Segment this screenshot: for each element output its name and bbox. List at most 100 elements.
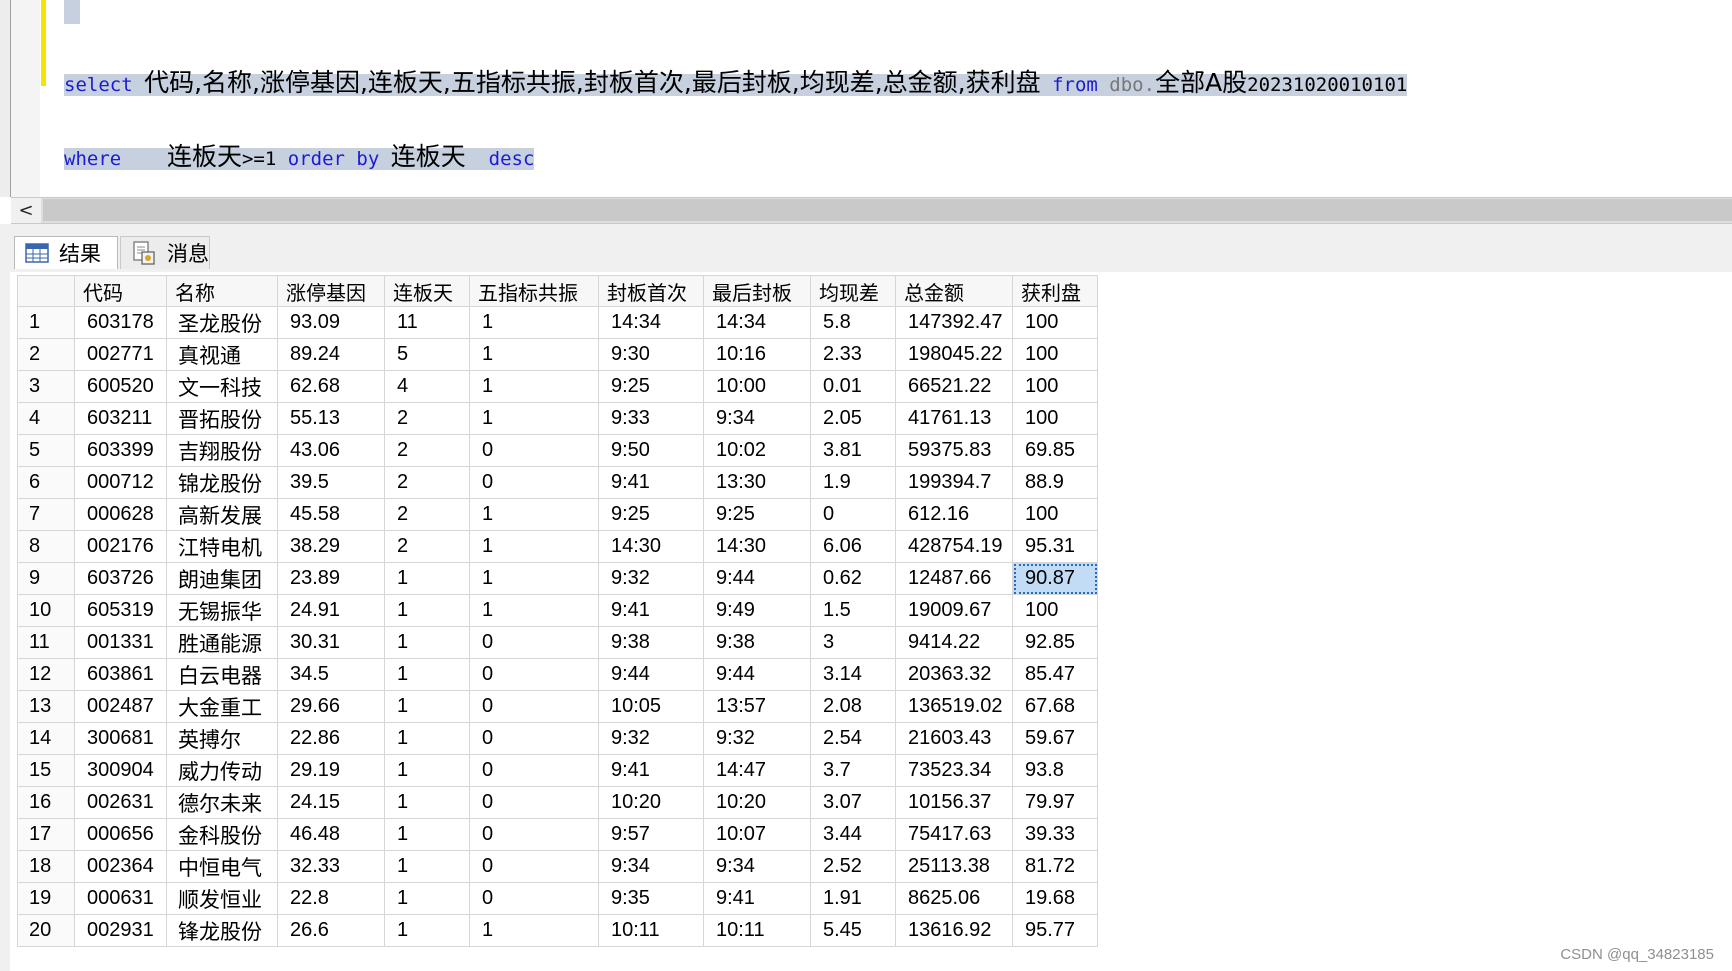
grid-cell[interactable]: 1 (384, 690, 470, 723)
grid-cell[interactable]: 10:16 (703, 338, 811, 371)
grid-cell[interactable]: 3 (810, 626, 896, 659)
grid-cell[interactable]: 0 (810, 498, 896, 531)
table-row[interactable]: 14 300681 英搏尔 22.86 1 0 9:32 9:32 2.54 21603.43 59… (17, 722, 1098, 755)
row-number-cell[interactable]: 12 (17, 658, 75, 691)
grid-cell[interactable]: 晋拓股份 (166, 402, 278, 435)
grid-cell[interactable]: 1 (384, 882, 470, 915)
grid-cell[interactable]: 3.07 (810, 786, 896, 819)
grid-cell[interactable]: 9:34 (703, 402, 811, 435)
grid-cell[interactable]: 0 (469, 434, 599, 467)
grid-cell[interactable]: 1 (384, 754, 470, 787)
grid-cell[interactable]: 66521.22 (895, 370, 1013, 403)
table-row[interactable]: 16 002631 德尔未来 24.15 1 0 10:20 10:20 3.07 10156.3… (17, 786, 1098, 819)
table-row[interactable]: 12 603861 白云电器 34.5 1 0 9:44 9:44 3.14 20363.32 85… (17, 658, 1098, 691)
row-number-cell[interactable]: 3 (17, 370, 75, 403)
grid-cell[interactable]: 白云电器 (166, 658, 278, 691)
grid-cell[interactable]: 000631 (74, 882, 167, 915)
row-number-cell[interactable]: 5 (17, 434, 75, 467)
table-row[interactable]: 19 000631 顺发恒业 22.8 1 0 9:35 9:41 1.91 8625.06 19.… (17, 882, 1098, 915)
table-row[interactable]: 17 000656 金科股份 46.48 1 0 9:57 10:07 3.44 75417.63… (17, 818, 1098, 851)
grid-cell[interactable]: 锋龙股份 (166, 914, 278, 947)
row-number-cell[interactable]: 14 (17, 722, 75, 755)
grid-cell[interactable]: 英搏尔 (166, 722, 278, 755)
grid-cell[interactable]: 9:30 (598, 338, 704, 371)
row-number-cell[interactable]: 1 (17, 306, 75, 339)
grid-cell[interactable]: 19009.67 (895, 594, 1013, 627)
table-row[interactable]: 2 002771 真视通 89.24 5 1 9:30 10:16 2.33 198045.22 1… (17, 338, 1098, 371)
grid-cell[interactable]: 9:44 (703, 562, 811, 595)
grid-cell[interactable]: 59375.83 (895, 434, 1013, 467)
grid-cell[interactable]: 9:44 (703, 658, 811, 691)
grid-cell[interactable]: 1.5 (810, 594, 896, 627)
grid-cell[interactable]: 100 (1012, 594, 1098, 627)
grid-cell[interactable]: 100 (1012, 338, 1098, 371)
grid-cell[interactable]: 9:32 (703, 722, 811, 755)
grid-cell[interactable]: 93.09 (277, 306, 385, 339)
grid-cell[interactable]: 0 (469, 818, 599, 851)
grid-cell[interactable]: 10:11 (598, 914, 704, 947)
grid-cell[interactable]: 13616.92 (895, 914, 1013, 947)
grid-cell[interactable]: 大金重工 (166, 690, 278, 723)
grid-cell[interactable]: 199394.7 (895, 466, 1013, 499)
grid-cell[interactable]: 中恒电气 (166, 850, 278, 883)
grid-cell[interactable]: 10:02 (703, 434, 811, 467)
grid-cell[interactable]: 000656 (74, 818, 167, 851)
grid-cell[interactable]: 9:41 (598, 594, 704, 627)
grid-cell[interactable]: 9:34 (598, 850, 704, 883)
selected-cell[interactable]: 90.87 (1012, 562, 1098, 595)
grid-cell[interactable]: 1.9 (810, 466, 896, 499)
grid-cell[interactable]: 21603.43 (895, 722, 1013, 755)
grid-cell[interactable]: 9414.22 (895, 626, 1013, 659)
grid-cell[interactable]: 文一科技 (166, 370, 278, 403)
column-header[interactable]: 连板天 (384, 275, 470, 307)
grid-cell[interactable]: 62.68 (277, 370, 385, 403)
sql-code[interactable]: select 代码,名称,涨停基因,连板天,五指标共振,封板首次,最后封板,均现… (64, 24, 1408, 216)
grid-cell[interactable]: 14:34 (703, 306, 811, 339)
grid-cell[interactable]: 9:35 (598, 882, 704, 915)
grid-cell[interactable]: 75417.63 (895, 818, 1013, 851)
grid-cell[interactable]: 3.44 (810, 818, 896, 851)
column-header[interactable]: 均现差 (810, 275, 896, 307)
column-header[interactable]: 名称 (166, 275, 278, 307)
grid-cell[interactable]: 67.68 (1012, 690, 1098, 723)
row-number-header[interactable] (17, 275, 75, 307)
grid-cell[interactable]: 2 (384, 402, 470, 435)
grid-cell[interactable]: 0 (469, 466, 599, 499)
grid-cell[interactable]: 11 (384, 306, 470, 339)
grid-cell[interactable]: 8625.06 (895, 882, 1013, 915)
grid-cell[interactable]: 0 (469, 754, 599, 787)
grid-cell[interactable]: 0 (469, 690, 599, 723)
grid-cell[interactable]: 3.7 (810, 754, 896, 787)
grid-cell[interactable]: 92.85 (1012, 626, 1098, 659)
column-header[interactable]: 封板首次 (598, 275, 704, 307)
grid-cell[interactable]: 605319 (74, 594, 167, 627)
grid-cell[interactable]: 93.8 (1012, 754, 1098, 787)
grid-cell[interactable]: 1 (384, 594, 470, 627)
grid-cell[interactable]: 真视通 (166, 338, 278, 371)
grid-cell[interactable]: 6.06 (810, 530, 896, 563)
grid-cell[interactable]: 2 (384, 498, 470, 531)
query-editor[interactable]: select 代码,名称,涨停基因,连板天,五指标共振,封板首次,最后封板,均现… (0, 0, 1732, 197)
table-row[interactable]: 3 600520 文一科技 62.68 4 1 9:25 10:00 0.01 66521.22 1… (17, 370, 1098, 403)
grid-cell[interactable]: 2.05 (810, 402, 896, 435)
grid-cell[interactable]: 1 (384, 626, 470, 659)
grid-cell[interactable]: 603178 (74, 306, 167, 339)
grid-cell[interactable]: 0 (469, 786, 599, 819)
grid-cell[interactable]: 0.62 (810, 562, 896, 595)
grid-cell[interactable]: 9:41 (598, 754, 704, 787)
grid-cell[interactable]: 39.33 (1012, 818, 1098, 851)
grid-cell[interactable]: 22.86 (277, 722, 385, 755)
grid-cell[interactable]: 9:34 (703, 850, 811, 883)
grid-cell[interactable]: 55.13 (277, 402, 385, 435)
grid-cell[interactable]: 14:47 (703, 754, 811, 787)
grid-cell[interactable]: 吉翔股份 (166, 434, 278, 467)
grid-cell[interactable]: 朗迪集团 (166, 562, 278, 595)
grid-cell[interactable]: 1 (384, 562, 470, 595)
grid-cell[interactable]: 9:41 (703, 882, 811, 915)
grid-cell[interactable]: 0 (469, 626, 599, 659)
grid-cell[interactable]: 2.33 (810, 338, 896, 371)
row-number-cell[interactable]: 15 (17, 754, 75, 787)
table-row[interactable]: 8 002176 江特电机 38.29 2 1 14:30 14:30 6.06 428754.1… (17, 530, 1098, 563)
grid-cell[interactable]: 9:32 (598, 722, 704, 755)
grid-cell[interactable]: 胜通能源 (166, 626, 278, 659)
